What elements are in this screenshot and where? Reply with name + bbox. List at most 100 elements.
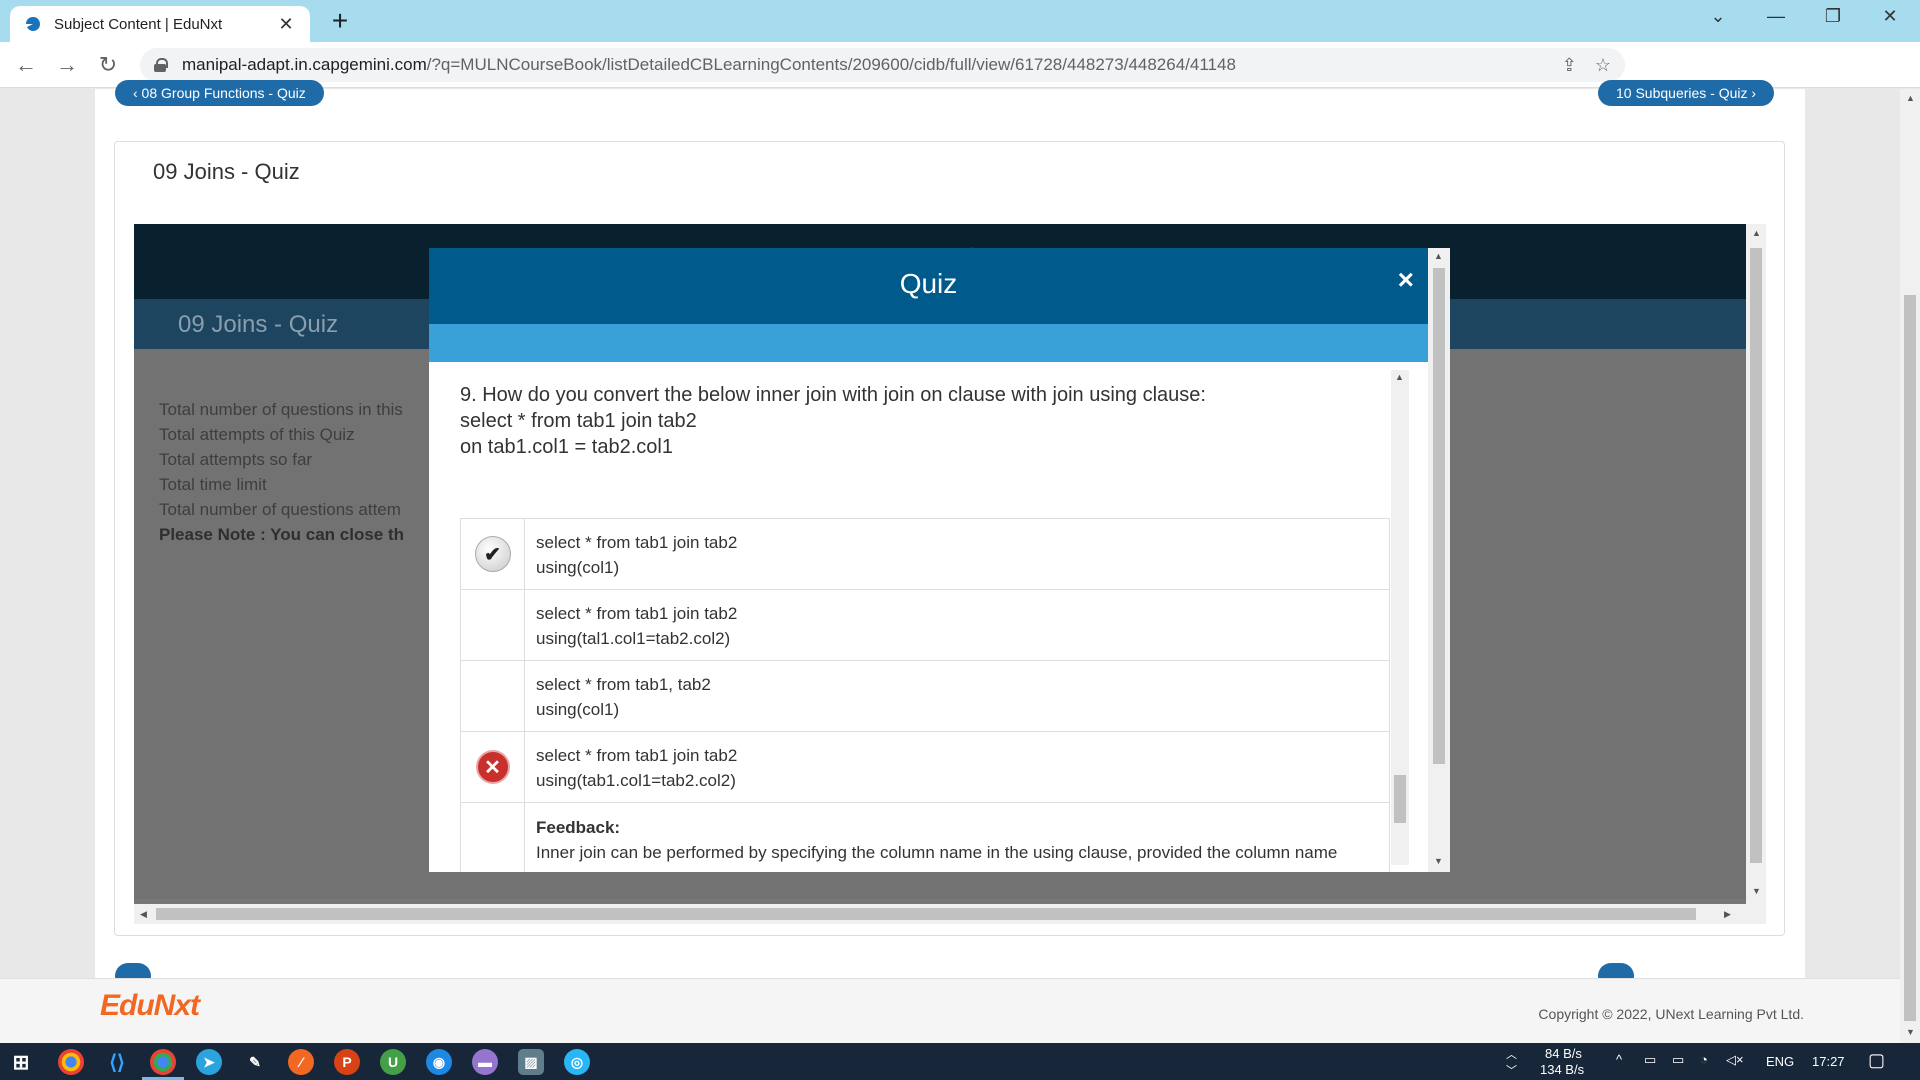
info-note: Please Note : You can close th	[159, 525, 405, 544]
option-mark	[461, 590, 525, 660]
modal-scroll-thumb[interactable]	[1433, 268, 1445, 764]
notifications-icon[interactable]: ▢	[1868, 1050, 1885, 1071]
tab-title: Subject Content | EduNxt	[54, 15, 223, 33]
copyright-text: Copyright © 2022, UNext Learning Pvt Ltd…	[1538, 1006, 1804, 1022]
close-window-button[interactable]: ✕	[1870, 6, 1910, 27]
wrong-x-icon: ✕	[475, 750, 510, 784]
question-line: 9. How do you convert the below inner jo…	[460, 384, 1206, 406]
frame-vertical-scrollbar[interactable]: ▲ ▼	[1746, 224, 1766, 904]
scroll-left-icon[interactable]: ◀	[140, 909, 147, 920]
back-icon[interactable]: ←	[12, 51, 40, 79]
scroll-up-icon[interactable]: ▲	[1752, 228, 1761, 238]
question-scroll-thumb[interactable]	[1394, 775, 1406, 823]
chrome-active-icon[interactable]	[150, 1049, 176, 1075]
answer-option[interactable]: select * from tab1, tab2 using(col1)	[461, 661, 1389, 732]
modal-close-icon[interactable]: ×	[1398, 264, 1414, 296]
question-line: on tab1.col1 = tab2.col1	[460, 436, 673, 458]
feedback-row: Feedback: Inner join can be performed by…	[461, 803, 1389, 872]
photos-icon[interactable]: ▨	[518, 1049, 544, 1075]
clock[interactable]: 17:27	[1812, 1054, 1845, 1069]
correct-check-icon: ✔	[474, 536, 511, 572]
browser-tab[interactable]: Subject Content | EduNxt ✕	[10, 6, 310, 42]
battery-icon[interactable]: ▭	[1672, 1052, 1684, 1068]
question-scroll-up-icon[interactable]: ▲	[1395, 372, 1404, 382]
info-line: Total number of questions attem	[159, 500, 401, 519]
minimize-button[interactable]: —	[1756, 6, 1796, 27]
question-area: 9. How do you convert the below inner jo…	[429, 362, 1428, 872]
tray-overflow-icon[interactable]: ^	[1616, 1052, 1622, 1067]
browser-tab-strip: Subject Content | EduNxt ✕ + ⌄ — ❐ ✕	[0, 0, 1920, 42]
info-line: Total time limit	[159, 475, 267, 494]
browser-app-icon[interactable]: ◉	[426, 1049, 452, 1075]
page-scroll-down-icon[interactable]: ▼	[1906, 1027, 1915, 1037]
option-text: select * from tab1, tab2 using(col1)	[536, 675, 711, 719]
upwork-icon[interactable]: U	[380, 1049, 406, 1075]
option-mark: ✔	[461, 519, 525, 589]
option-mark: ✕	[461, 732, 525, 802]
edunxt-favicon-icon	[26, 17, 40, 31]
scroll-down-icon[interactable]: ▼	[1752, 886, 1761, 896]
quiz-info: Total number of questions in this Total …	[159, 397, 404, 547]
page-vertical-scrollbar[interactable]: ▲ ▼	[1900, 89, 1920, 1043]
p-app-icon[interactable]: P	[334, 1049, 360, 1075]
net-expand-icon[interactable]: ︿	[1506, 1046, 1517, 1062]
question-line: select * from tab1 join tab2	[460, 410, 697, 432]
edunxt-logo[interactable]: EduNxt	[100, 989, 200, 1023]
modal-scroll-up-icon[interactable]: ▲	[1434, 251, 1443, 261]
answer-option[interactable]: select * from tab1 join tab2 using(tal1.…	[461, 590, 1389, 661]
net-collapse-icon[interactable]: ﹀	[1506, 1062, 1517, 1078]
answer-option[interactable]: ✕ select * from tab1 join tab2 using(tab…	[461, 732, 1389, 803]
tray-app-icon[interactable]: ▭	[1644, 1052, 1656, 1068]
feedback-label: Feedback:	[536, 818, 621, 837]
modal-scroll-down-icon[interactable]: ▼	[1434, 856, 1443, 866]
chrome-icon[interactable]	[58, 1049, 84, 1075]
frame-subheader-title: 09 Joins - Quiz	[178, 311, 339, 338]
modal-band	[429, 324, 1428, 362]
quiz-modal: Quiz × 9. How do you convert the below i…	[429, 248, 1450, 872]
question-scrollbar[interactable]: ▲	[1391, 370, 1409, 865]
scroll-right-icon[interactable]: ▶	[1724, 909, 1731, 920]
tab-close-icon[interactable]: ✕	[276, 14, 296, 35]
tab-search-icon[interactable]: ⌄	[1698, 6, 1738, 27]
answer-options: ✔ select * from tab1 join tab2 using(col…	[460, 518, 1390, 872]
language-indicator[interactable]: ENG	[1766, 1054, 1794, 1069]
windows-start-icon[interactable]: ⊞	[8, 1049, 34, 1075]
prev-quiz-link[interactable]: ‹ 08 Group Functions - Quiz	[115, 80, 324, 106]
net-download-speed: 134 B/s	[1540, 1062, 1585, 1077]
page-scroll-up-icon[interactable]: ▲	[1906, 93, 1915, 103]
question-text: 9. How do you convert the below inner jo…	[460, 382, 1206, 460]
telegram-icon[interactable]: ➤	[196, 1049, 222, 1075]
info-line: Total attempts of this Quiz	[159, 425, 355, 444]
next-quiz-link[interactable]: 10 Subqueries - Quiz ›	[1598, 80, 1775, 106]
pen-app-icon[interactable]: ✎	[242, 1049, 268, 1075]
windows-taskbar: ⊞ ⟨⟩ ➤ ✎ ⁄ P U ◉ ▬ ▨ ◎ ︿ ﹀ 84 B/s 134 B/…	[0, 1043, 1920, 1080]
answer-option[interactable]: ✔ select * from tab1 join tab2 using(col…	[461, 519, 1389, 590]
share-icon[interactable]: ⇪	[1562, 55, 1577, 76]
modal-header: Quiz ×	[429, 248, 1428, 324]
frame-vertical-scroll-thumb[interactable]	[1750, 248, 1762, 863]
restore-button[interactable]: ❐	[1813, 6, 1853, 27]
vscode-icon[interactable]: ⟨⟩	[104, 1049, 130, 1075]
page-footer: EduNxt Copyright © 2022, UNext Learning …	[0, 978, 1900, 1043]
card-title: 09 Joins - Quiz	[153, 159, 300, 184]
bookmark-star-icon[interactable]: ☆	[1595, 55, 1611, 76]
lock-icon	[154, 58, 168, 72]
frame-horizontal-scrollbar[interactable]: ◀ ▶	[134, 904, 1766, 924]
postman-icon[interactable]: ⁄	[288, 1049, 314, 1075]
feedback: Feedback: Inner join can be performed by…	[525, 803, 1337, 872]
modal-title: Quiz	[899, 268, 958, 299]
url-text[interactable]: manipal-adapt.in.capgemini.com/?q=MULNCo…	[182, 55, 1544, 75]
reload-icon[interactable]: ↻	[94, 51, 122, 79]
net-upload-speed: 84 B/s	[1545, 1046, 1582, 1061]
app-icon[interactable]: ◎	[564, 1049, 590, 1075]
address-bar[interactable]: manipal-adapt.in.capgemini.com/?q=MULNCo…	[140, 48, 1625, 82]
forward-icon[interactable]: →	[53, 51, 81, 79]
option-mark	[461, 661, 525, 731]
new-tab-button[interactable]: +	[325, 6, 355, 36]
page-vertical-scroll-thumb[interactable]	[1904, 295, 1916, 1021]
modal-scrollbar[interactable]: ▲ ▼	[1428, 248, 1450, 872]
frame-horizontal-scroll-thumb[interactable]	[156, 908, 1696, 920]
volume-muted-icon[interactable]: ◁×	[1726, 1052, 1744, 1068]
media-app-icon[interactable]: ▬	[472, 1049, 498, 1075]
wifi-icon[interactable]: ◔	[1700, 1052, 1708, 1067]
